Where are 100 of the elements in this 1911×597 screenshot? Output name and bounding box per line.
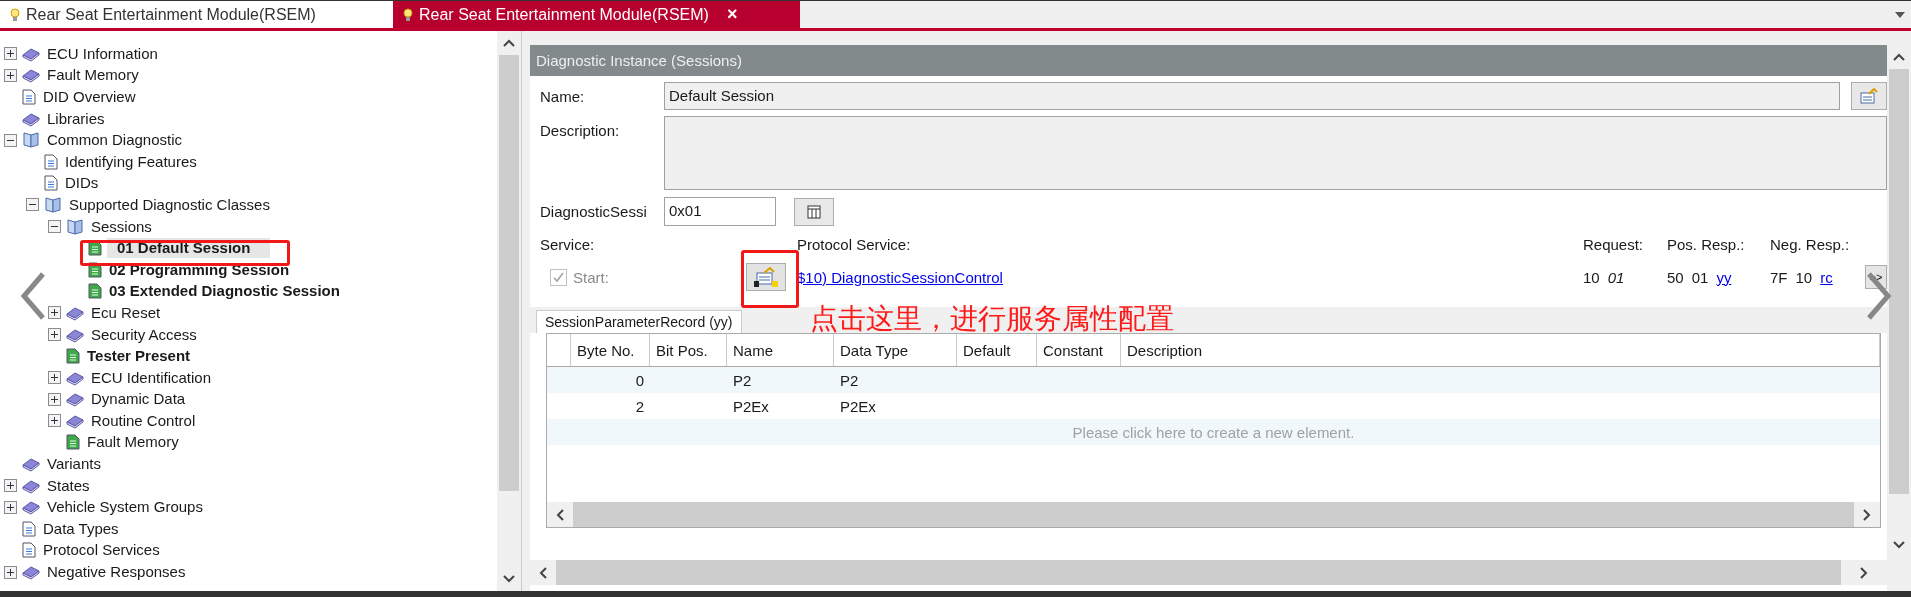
tree-item[interactable]: 03 Extended Diagnostic Session <box>107 281 342 302</box>
table-cell-text: 2 <box>634 397 645 415</box>
field-label: Name: <box>540 87 586 105</box>
table-row[interactable]: 0 P2 P2 <box>547 367 1880 393</box>
byte-value: 50 <box>1667 268 1684 286</box>
document-tab[interactable]: Rear Seat Entertainment Module(RSEM) <box>0 1 393 28</box>
tree-item[interactable]: Identifying Features <box>63 151 199 172</box>
byte-value: 10 <box>1795 268 1813 286</box>
expand-icon[interactable] <box>48 371 61 385</box>
column-header[interactable]: Name <box>727 334 834 366</box>
book-icon <box>22 67 40 84</box>
expand-icon[interactable] <box>4 565 17 579</box>
field-label: Description: <box>540 121 621 139</box>
scroll-left-icon[interactable] <box>539 566 547 579</box>
scroll-right-icon[interactable] <box>1860 566 1868 579</box>
form-properties-icon <box>754 267 778 287</box>
open-book-icon <box>44 196 62 213</box>
expand-icon[interactable] <box>4 500 17 514</box>
document-icon <box>44 153 58 170</box>
open-book-icon <box>22 132 40 149</box>
checkbox-label: Start: <box>573 268 609 286</box>
dropdown-caret-icon[interactable] <box>1895 11 1905 18</box>
lightbulb-icon <box>10 7 20 22</box>
expand-icon[interactable] <box>48 414 61 428</box>
lightbulb-icon <box>403 7 413 22</box>
byte-value: 01 <box>1607 268 1625 286</box>
field-label: DiagnosticSessi <box>540 203 648 220</box>
column-header[interactable]: Description <box>1121 334 1880 366</box>
edit-form-icon <box>1860 88 1878 104</box>
name-field[interactable]: Default Session <box>664 82 1840 110</box>
tree-item[interactable]: Sessions <box>89 216 154 237</box>
document-icon <box>66 434 80 451</box>
tree-item[interactable]: Vehicle System Groups <box>45 497 205 518</box>
tree-item[interactable]: Common Diagnostic <box>45 130 185 151</box>
protocol-service-link[interactable]: $10) DiagnosticSessionControl <box>797 268 1583 286</box>
tree-item[interactable]: ECU Information <box>45 43 160 64</box>
tree-item[interactable]: ECU Identification <box>89 367 214 388</box>
column-header[interactable]: Data Type <box>834 334 957 366</box>
open-book-icon <box>66 218 84 235</box>
annotation-highlight <box>741 250 799 308</box>
tree-item[interactable]: Fault Memory <box>45 65 141 86</box>
column-label: Neg. Resp.: <box>1770 236 1851 253</box>
document-icon <box>44 175 58 192</box>
table-scrollbar[interactable] <box>547 502 1880 527</box>
tree-item[interactable]: Dynamic Data <box>89 389 188 410</box>
tree-item[interactable]: Libraries <box>45 108 107 129</box>
byte-value: 01 <box>1691 268 1709 286</box>
parameter-link[interactable]: yy <box>1716 268 1732 286</box>
tree-item[interactable]: Negative Responses <box>45 562 188 583</box>
record-tab[interactable]: SessionParameterRecord (yy) <box>536 310 742 333</box>
column-header[interactable]: Default <box>957 334 1037 366</box>
tree-item[interactable]: Supported Diagnostic Classes <box>67 194 272 215</box>
expand-icon[interactable] <box>4 68 17 82</box>
tree-item[interactable]: Fault Memory <box>85 432 181 453</box>
column-header[interactable]: Byte No. <box>571 334 650 366</box>
tree-item[interactable]: Routine Control <box>89 410 198 431</box>
table-cell-text: P2Ex <box>839 397 877 415</box>
document-icon <box>88 283 102 300</box>
scroll-up-icon[interactable] <box>1893 53 1905 61</box>
scroll-down-icon[interactable] <box>1893 541 1905 549</box>
expand-icon[interactable] <box>48 306 61 320</box>
scrollbar[interactable] <box>497 31 521 591</box>
tree-item[interactable]: Ecu Reset <box>89 302 163 323</box>
book-icon <box>66 391 84 408</box>
collapse-icon[interactable] <box>4 133 17 147</box>
byte-value: 7F <box>1770 268 1788 286</box>
expand-icon[interactable] <box>4 479 17 493</box>
expand-icon[interactable] <box>48 392 61 406</box>
collapse-icon[interactable] <box>48 220 61 234</box>
scroll-down-icon[interactable] <box>503 575 515 583</box>
table-button[interactable] <box>794 197 834 226</box>
collapse-icon[interactable] <box>26 198 39 212</box>
expand-icon[interactable] <box>48 328 61 341</box>
scroll-up-icon[interactable] <box>503 39 515 47</box>
scroll-left-icon[interactable] <box>556 508 564 521</box>
table-icon <box>807 204 821 219</box>
tree-item[interactable]: States <box>45 475 92 496</box>
tree-item[interactable]: DIDs <box>63 173 101 194</box>
expand-icon[interactable] <box>4 47 17 61</box>
annotation-text: 点击这里，进行服务属性配置 <box>810 304 1174 334</box>
document-icon <box>66 348 80 365</box>
scroll-right-icon[interactable] <box>1863 508 1871 521</box>
column-header[interactable]: Bit Pos. <box>650 334 727 366</box>
column-header[interactable]: Constant <box>1037 334 1121 366</box>
close-tab-button[interactable]: × <box>726 4 738 25</box>
tree-item[interactable]: DID Overview <box>41 87 138 107</box>
tree-item[interactable]: Protocol Services <box>41 540 162 561</box>
tree-item[interactable]: Tester Present <box>85 346 193 367</box>
session-id-field[interactable]: 0x01 <box>664 197 776 226</box>
tree-item[interactable]: Security Access <box>89 324 199 345</box>
document-icon <box>22 89 36 105</box>
parameter-link[interactable]: rc <box>1820 268 1833 286</box>
description-field[interactable] <box>664 116 1887 190</box>
panel-title: Diagnostic Instance (Sessions) <box>530 45 1887 76</box>
tree-item[interactable]: Data Types <box>41 518 121 539</box>
column-label: Request: <box>1583 236 1645 253</box>
document-icon <box>22 520 36 537</box>
tree-item[interactable]: Variants <box>45 454 103 475</box>
service-properties-button[interactable] <box>746 263 786 291</box>
document-tab[interactable]: Rear Seat Entertainment Module(RSEM) × <box>393 1 800 28</box>
